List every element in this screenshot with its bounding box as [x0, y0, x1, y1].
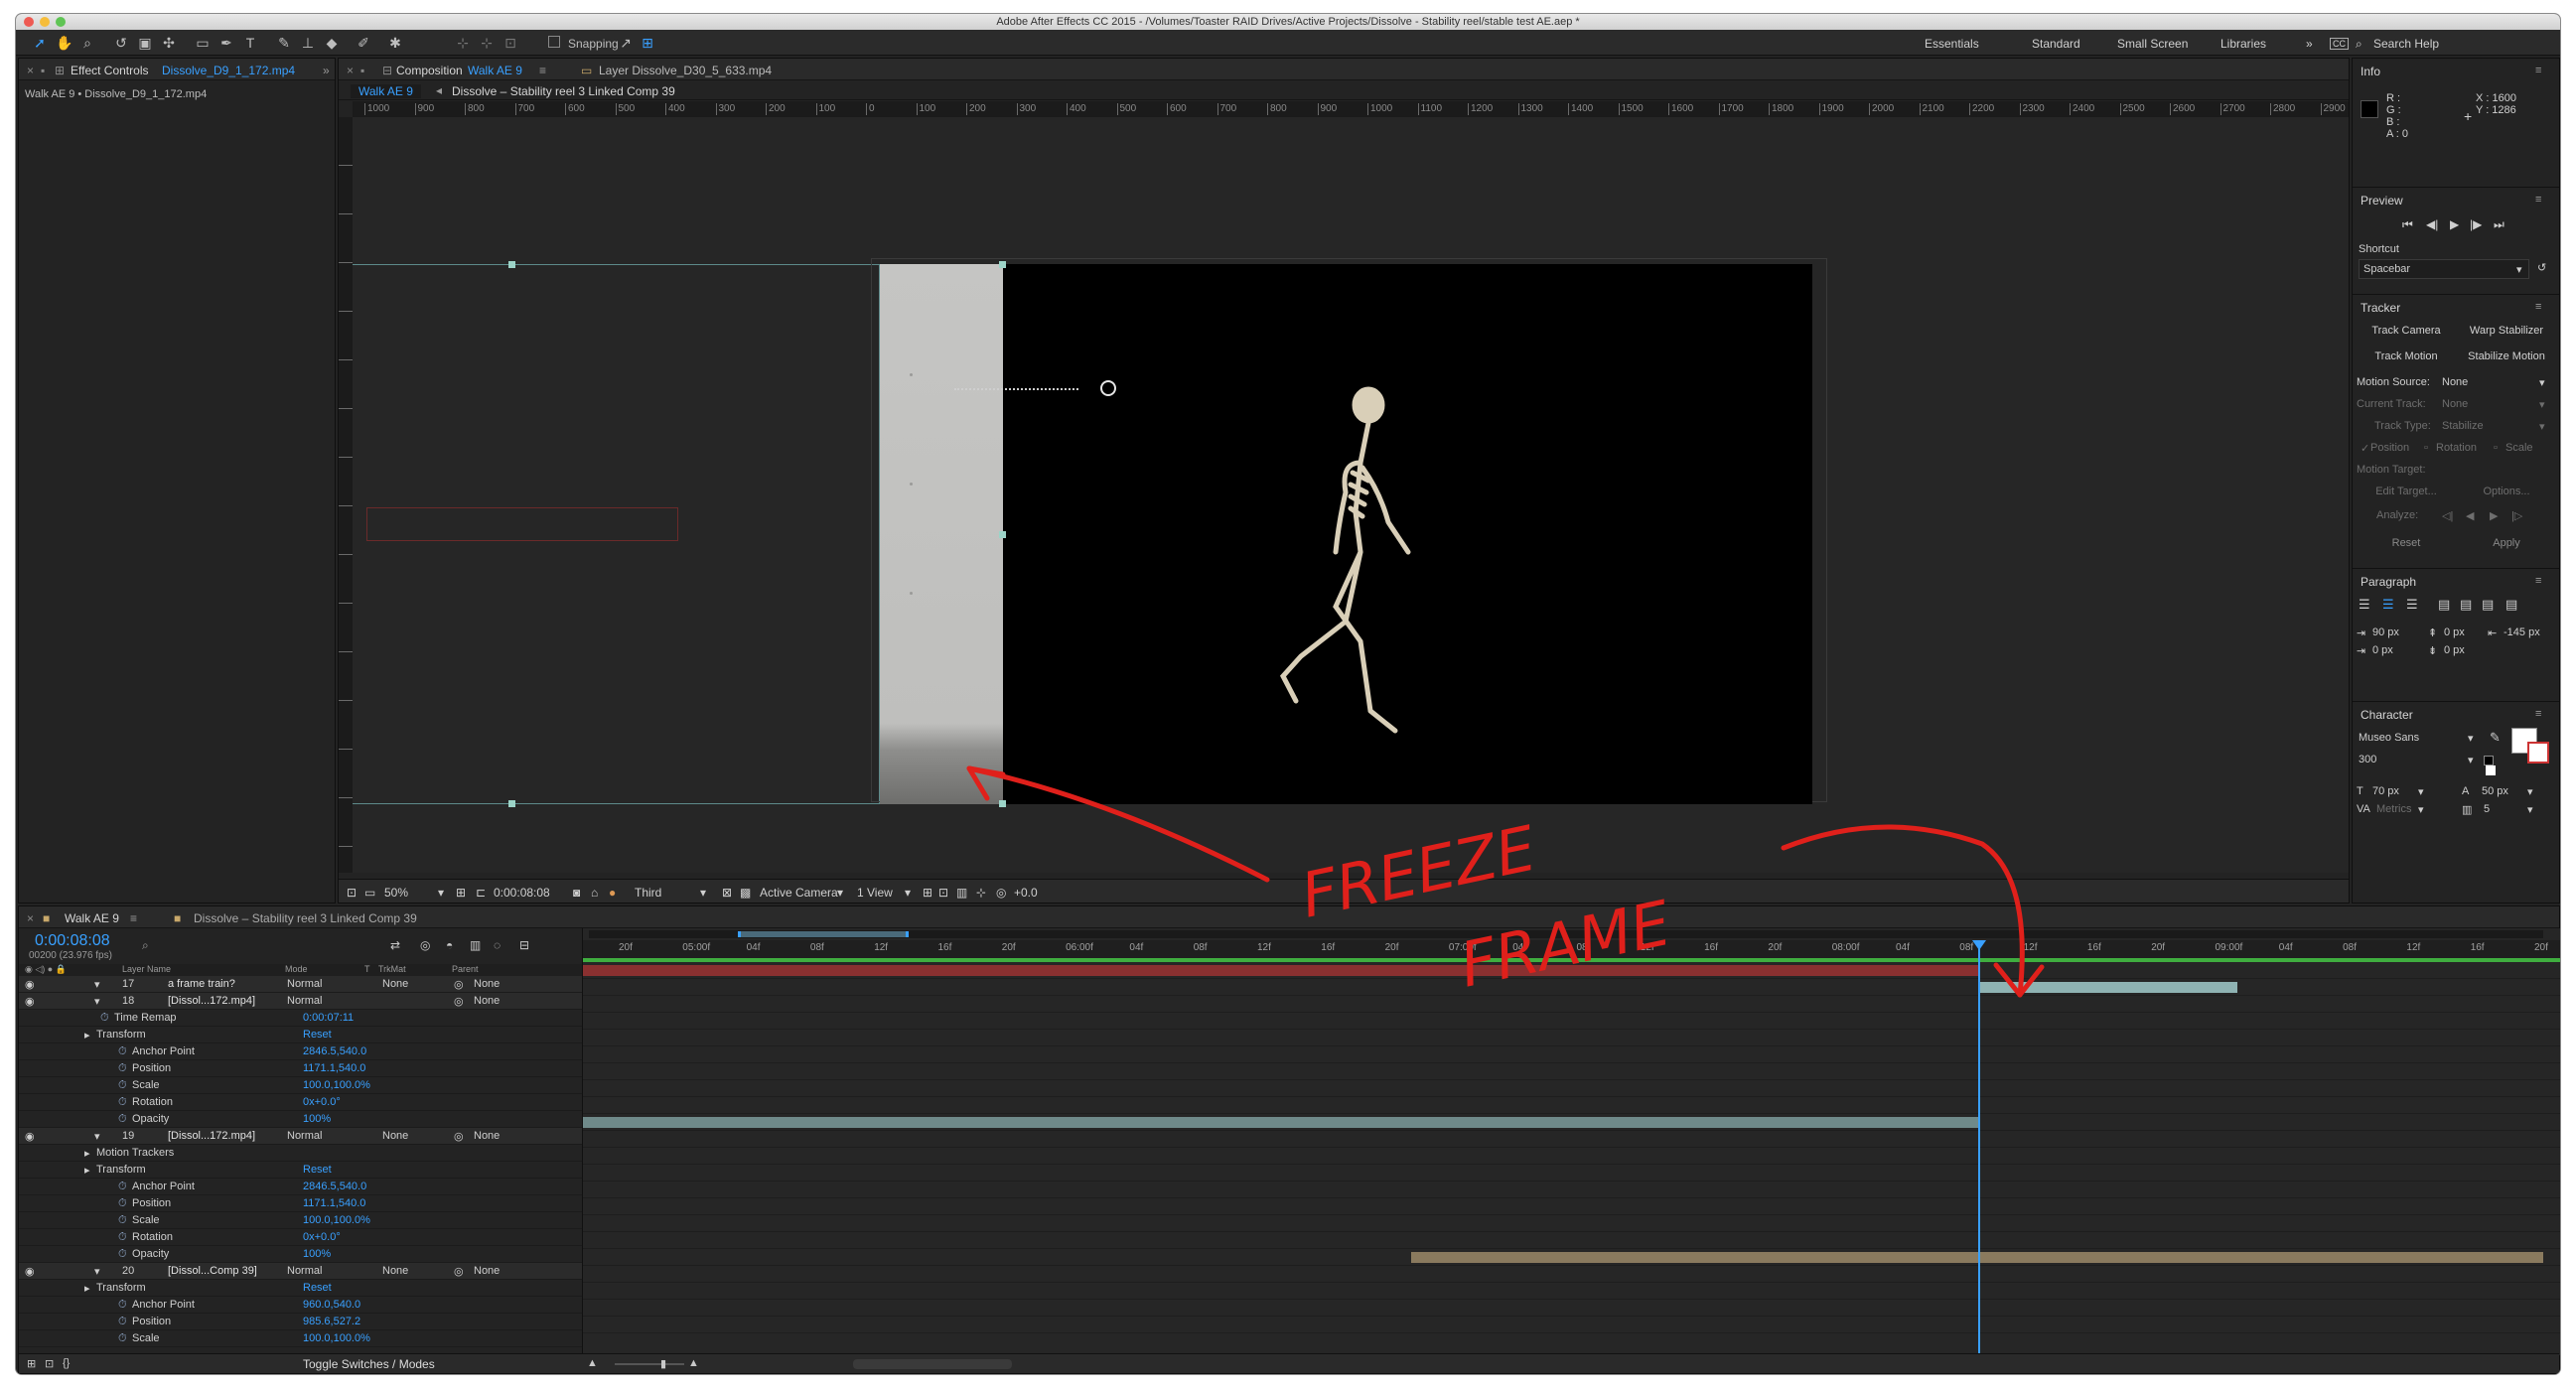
annotation-text-freeze: FREEZE: [1295, 811, 1543, 931]
freeze-frame-annotation: FREEZE FRAME: [966, 765, 2045, 1002]
annotation-text-frame: FRAME: [1454, 887, 1677, 1002]
annotation-arrow-right: [1781, 824, 2025, 998]
annotation-arrow-left: [966, 765, 1270, 883]
arrowhead-left-icon: [966, 765, 1006, 801]
app-window: Adobe After Effects CC 2015 - /Volumes/T…: [16, 14, 2560, 1374]
